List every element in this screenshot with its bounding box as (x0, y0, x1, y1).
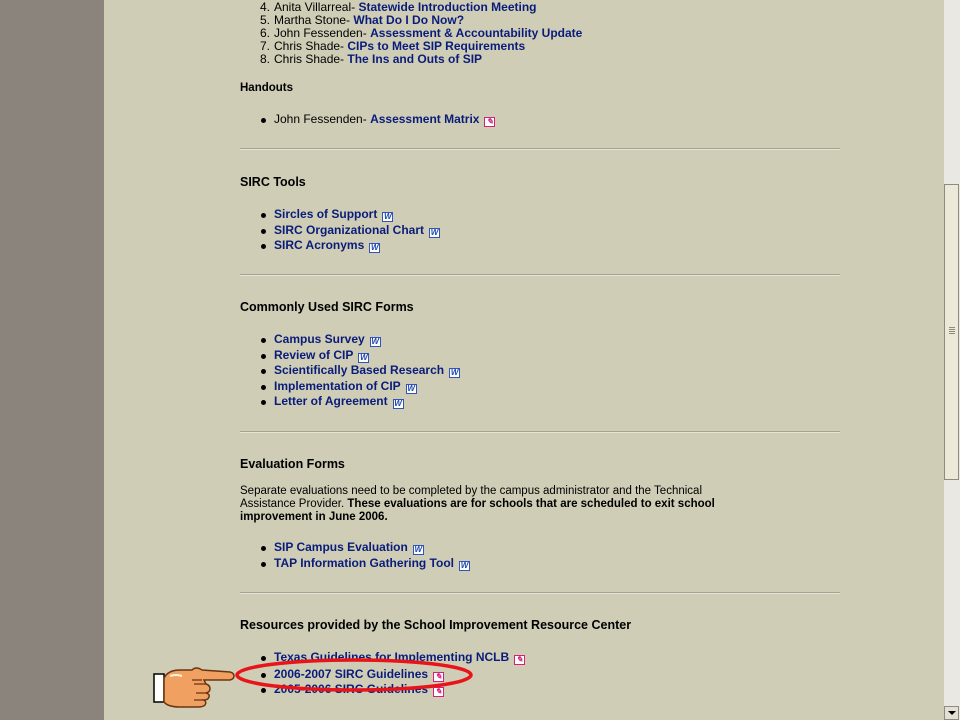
word-doc-icon[interactable]: W (392, 399, 404, 409)
list-item: Campus Survey W (260, 332, 460, 348)
word-doc-icon[interactable]: W (369, 243, 381, 253)
list-item: Letter of Agreement W (260, 394, 460, 410)
sirc-tools-heading: SIRC Tools (240, 175, 306, 189)
list-item: SIP Campus Evaluation W (260, 540, 470, 556)
link-ins-outs-sip[interactable]: The Ins and Outs of SIP (347, 52, 482, 66)
link-cips-sip[interactable]: CIPs to Meet SIP Requirements (347, 39, 525, 53)
divider (240, 431, 840, 433)
list-item: Scientifically Based Research W (260, 363, 461, 379)
forms-list: Campus Survey W Review of CIP W Scientific… (260, 332, 461, 410)
pdf-icon[interactable]: ✎ (514, 655, 526, 665)
evaluation-list: SIP Campus Evaluation W TAP Information G… (260, 540, 470, 571)
link-org-chart[interactable]: SIRC Organizational Chart (274, 223, 424, 237)
list-item: SIRC Organizational Chart W (260, 223, 441, 239)
page-content: 4. Anita Villarreal- Statewide Introducti… (104, 0, 944, 720)
list-item: Sircles of Support W (260, 207, 440, 223)
list-item: 2006-2007 SIRC Guidelines ✎ (260, 667, 525, 683)
link-letter-of-agreement[interactable]: Letter of Agreement (274, 394, 388, 408)
sirc-tools-list: Sircles of Support W SIRC Organizational … (260, 207, 441, 254)
word-doc-icon[interactable]: W (369, 337, 381, 347)
link-2006-2007-guidelines[interactable]: 2006-2007 SIRC Guidelines (274, 667, 428, 681)
link-review-of-cip[interactable]: Review of CIP (274, 348, 353, 362)
list-item: TAP Information Gathering Tool W (260, 556, 470, 572)
evaluation-heading: Evaluation Forms (240, 457, 345, 471)
list-item: 2005-2006 SIRC Guidelines ✎ (260, 682, 525, 698)
list-item: 8. Chris Shade- The Ins and Outs of SIP (259, 52, 483, 66)
pdf-icon[interactable]: ✎ (433, 687, 445, 697)
link-assessment-update[interactable]: Assessment & Accountability Update (370, 26, 582, 40)
word-doc-icon[interactable]: W (382, 212, 394, 222)
pdf-icon[interactable]: ✎ (433, 671, 445, 682)
pointing-hand-icon (153, 667, 235, 708)
vertical-scrollbar[interactable] (944, 0, 960, 720)
scrollbar-thumb[interactable] (944, 184, 959, 480)
link-what-do-i-do-now[interactable]: What Do I Do Now? (353, 13, 464, 27)
link-campus-survey[interactable]: Campus Survey (274, 332, 365, 346)
link-sip-campus-eval[interactable]: SIP Campus Evaluation (274, 540, 408, 554)
forms-heading: Commonly Used SIRC Forms (240, 300, 414, 314)
pdf-icon[interactable]: ✎ (484, 117, 496, 127)
presentation-list: 4. Anita Villarreal- Statewide Introducti… (240, 1, 582, 66)
divider (240, 274, 840, 276)
link-assessment-matrix[interactable]: Assessment Matrix (370, 112, 479, 126)
link-tap-tool[interactable]: TAP Information Gathering Tool (274, 556, 454, 570)
divider (240, 148, 840, 150)
link-statewide-introduction[interactable]: Statewide Introduction Meeting (358, 0, 536, 14)
link-acronyms[interactable]: SIRC Acronyms (274, 238, 364, 252)
grip-icon (949, 327, 955, 335)
link-2005-2006-guidelines[interactable]: 2005-2006 SIRC Guidelines (274, 682, 428, 696)
scroll-down-arrow-icon[interactable] (944, 706, 959, 720)
resources-list: Texas Guidelines for Implementing NCLB ✎ … (260, 650, 526, 698)
link-sbr[interactable]: Scientifically Based Research (274, 363, 444, 377)
link-implementation-cip[interactable]: Implementation of CIP (274, 379, 401, 393)
list-item: Texas Guidelines for Implementing NCLB ✎ (260, 650, 526, 666)
word-doc-icon[interactable]: W (429, 227, 441, 238)
divider (240, 592, 840, 594)
word-doc-icon[interactable]: W (412, 545, 424, 555)
link-texas-guidelines[interactable]: Texas Guidelines for Implementing NCLB (274, 650, 509, 664)
list-item: Implementation of CIP W (260, 379, 460, 395)
list-item: Review of CIP W (260, 348, 460, 364)
handouts-list: John Fessenden- Assessment Matrix ✎ (260, 112, 496, 128)
word-doc-icon[interactable]: W (449, 368, 461, 378)
handouts-heading: Handouts (240, 82, 294, 94)
word-doc-icon[interactable]: W (405, 383, 417, 394)
list-item: SIRC Acronyms W (260, 238, 440, 254)
word-doc-icon[interactable]: W (358, 352, 370, 363)
evaluation-description: Separate evaluations need to be complete… (240, 485, 715, 523)
resources-heading: Resources provided by the School Improve… (240, 618, 632, 632)
list-item: John Fessenden- Assessment Matrix ✎ (260, 112, 496, 128)
word-doc-icon[interactable]: W (459, 560, 470, 571)
link-sircles-of-support[interactable]: Sircles of Support (274, 207, 377, 221)
